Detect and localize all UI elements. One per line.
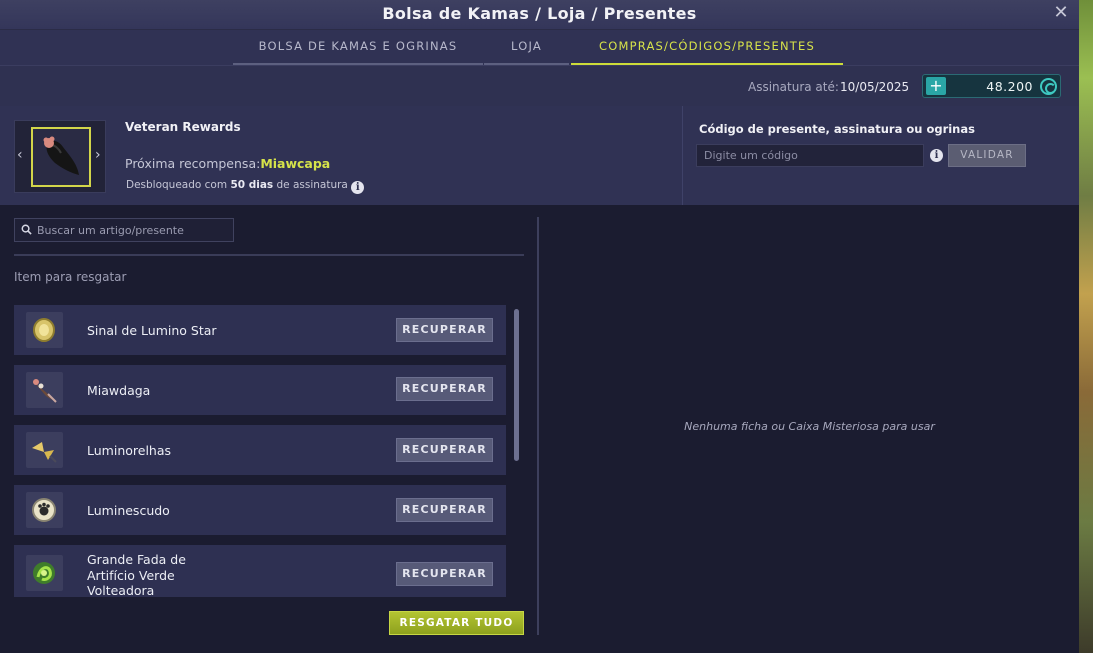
list-item: Miawdaga RECUPERAR [14,365,506,415]
chevron-right-icon[interactable]: › [95,147,101,163]
item-name: Miawdaga [87,383,151,398]
item-name: Sinal de Lumino Star [87,323,217,338]
subscription-bar: Assinatura até: 10/05/2025 + 48.200 [0,66,1079,106]
next-reward: Próxima recompensa:Miawcapa [125,156,330,171]
shield-icon [32,498,56,522]
validate-button[interactable]: VALIDAR [948,144,1026,167]
code-info-icon[interactable]: i [930,149,943,162]
recover-button[interactable]: RECUPERAR [396,318,493,342]
unlock-suffix: de assinatura [276,179,348,191]
item-thumbnail [26,372,63,408]
item-name: Luminorelhas [87,443,172,458]
list-item: Luminorelhas RECUPERAR [14,425,506,475]
info-icon[interactable]: i [351,181,365,194]
list-item: Luminescudo RECUPERAR [14,485,506,535]
title-bar: Bolsa de Kamas / Loja / Presentes ✕ [0,0,1079,30]
veteran-rewards-title: Veteran Rewards [125,120,241,134]
unlock-requirement: Desbloqueado com 50 dias de assinatura i [126,179,365,194]
recover-button[interactable]: RECUPERAR [396,498,493,522]
item-search [14,218,234,242]
dagger-icon [33,379,57,403]
tab-bolsa-de-kamas[interactable]: BOLSA DE KAMAS E OGRINAS [233,30,483,65]
recover-button[interactable]: RECUPERAR [396,562,493,586]
ogrines-amount: 48.200 [986,79,1033,94]
close-icon[interactable]: ✕ [1052,4,1070,22]
ogrines-balance: + 48.200 [922,74,1061,98]
next-reward-name: Miawcapa [260,156,331,171]
empty-state-message: Nenhuma ficha ou Caixa Misteriosa para u… [684,420,935,433]
search-divider [14,254,524,256]
item-thumbnail [26,312,63,348]
game-background [1079,0,1093,653]
firework-icon [33,562,55,584]
veteran-reward-preview: ‹ › [14,120,106,193]
recover-button[interactable]: RECUPERAR [396,438,493,462]
chevron-left-icon[interactable]: ‹ [17,147,23,163]
search-icon [21,224,32,235]
search-input[interactable] [37,220,227,240]
unlock-prefix: Desbloqueado com [126,179,228,191]
ogrine-icon [1040,78,1057,95]
redeem-item-list: Sinal de Lumino Star RECUPERAR Miawdaga … [14,305,506,597]
code-title: Código de presente, assinatura ou ogrina… [699,122,975,136]
rewards-panel: ‹ › Veteran Rewards Próxima recompensa:M… [0,106,1079,205]
ears-icon [32,442,57,463]
subscription-label: Assinatura até: [748,80,839,94]
code-input[interactable] [696,144,924,167]
unlock-days: 50 dias [230,179,274,191]
item-thumbnail [26,432,63,468]
list-scrollbar-thumb[interactable] [514,309,519,461]
add-ogrines-button[interactable]: + [926,77,946,95]
panel-divider [682,106,683,205]
next-reward-label: Próxima recompensa: [125,156,261,171]
recover-button[interactable]: RECUPERAR [396,377,493,401]
reward-image [31,127,91,187]
item-name: Luminescudo [87,503,170,518]
items-section-label: Item para resgatar [14,270,127,284]
item-thumbnail [26,555,63,591]
coin-icon [33,318,55,342]
item-name: Grande Fada de Artifício Verde Volteador… [87,552,186,597]
window-title: Bolsa de Kamas / Loja / Presentes [382,4,697,23]
content-divider [537,217,539,635]
subscription-date: 10/05/2025 [840,80,910,94]
shop-window: Bolsa de Kamas / Loja / Presentes ✕ BOLS… [0,0,1079,653]
list-item: Sinal de Lumino Star RECUPERAR [14,305,506,355]
redeem-all-button[interactable]: RESGATAR TUDO [389,611,524,635]
tab-compras-codigos-presentes[interactable]: COMPRAS/CÓDIGOS/PRESENTES [571,30,843,65]
cape-icon [43,136,79,175]
tab-loja[interactable]: LOJA [484,30,569,65]
list-item: Grande Fada de Artifício Verde Volteador… [14,545,506,597]
tab-bar: BOLSA DE KAMAS E OGRINAS LOJA COMPRAS/CÓ… [0,30,1079,66]
item-thumbnail [26,492,63,528]
